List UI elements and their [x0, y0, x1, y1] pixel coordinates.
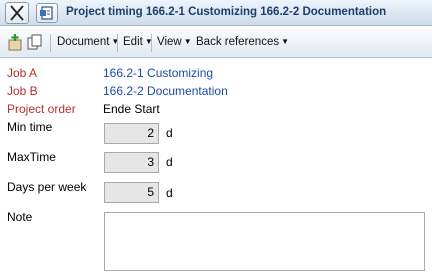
toolbar-separator — [151, 34, 152, 52]
toolbar: Document ▼ Edit ▼ View ▼ Back references ▼ — [0, 28, 432, 58]
title-bar: Project timing 166.2-1 Customizing 166.2… — [0, 0, 432, 26]
toolbar-separator — [50, 34, 51, 52]
toolbar-separator — [117, 34, 118, 52]
max-time-input[interactable]: 3 — [104, 152, 159, 173]
note-textarea[interactable] — [104, 212, 425, 271]
min-time-label: Min time — [7, 120, 53, 134]
note-label: Note — [7, 210, 33, 224]
max-time-label: MaxTime — [7, 150, 56, 164]
job-b-label: Job B — [7, 84, 38, 98]
chevron-down-icon: ▼ — [281, 37, 290, 46]
job-a-label: Job A — [7, 66, 38, 80]
min-time-input[interactable]: 2 — [104, 123, 159, 144]
window-title: Project timing 166.2-1 Customizing 166.2… — [66, 6, 387, 18]
project-order-value[interactable]: Ende Start — [103, 102, 160, 116]
job-a-link[interactable]: 166.2-1 Customizing — [103, 66, 213, 80]
job-b-link[interactable]: 166.2-2 Documentation — [103, 84, 228, 98]
close-button[interactable] — [5, 2, 29, 24]
days-per-week-unit: d — [166, 186, 173, 200]
max-time-unit: d — [166, 155, 173, 169]
add-icon[interactable] — [6, 33, 24, 51]
min-time-unit: d — [166, 126, 173, 140]
project-order-label: Project order — [7, 102, 76, 116]
menu-view[interactable]: View ▼ — [157, 36, 192, 48]
close-icon — [10, 5, 24, 21]
chevron-down-icon: ▼ — [183, 37, 192, 46]
menu-back-references[interactable]: Back references ▼ — [196, 36, 289, 48]
days-per-week-input[interactable]: 5 — [104, 182, 159, 203]
chevron-down-icon: ▼ — [111, 37, 120, 46]
days-per-week-label: Days per week — [7, 180, 87, 194]
menu-edit[interactable]: Edit ▼ — [123, 36, 153, 48]
document-icon[interactable] — [36, 3, 58, 23]
copy-icon[interactable] — [26, 33, 44, 51]
menu-document[interactable]: Document ▼ — [57, 36, 119, 48]
